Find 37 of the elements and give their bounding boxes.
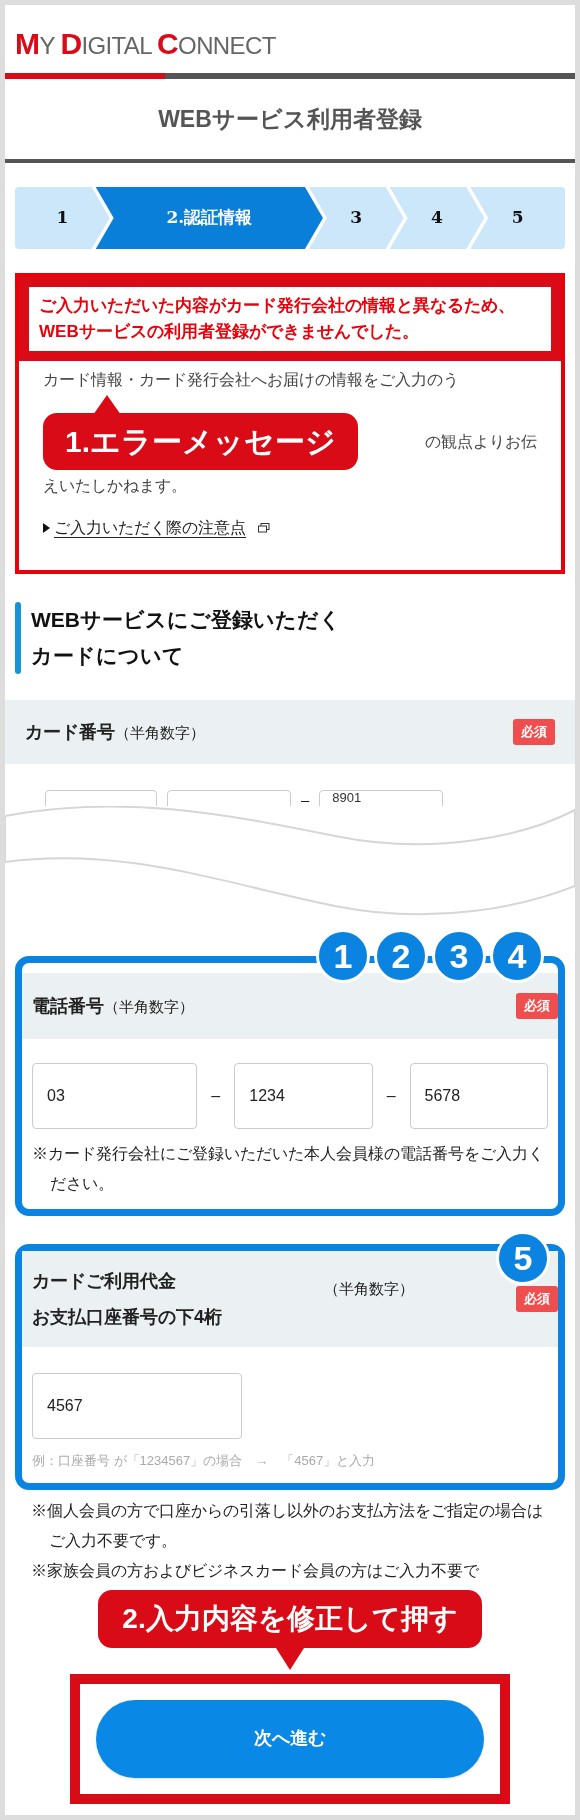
button-callout: 2.入力内容を修正して押す bbox=[98, 1589, 482, 1648]
notes-link[interactable]: ご入力いただく際の注意点 bbox=[54, 516, 246, 540]
input-field[interactable]: 1234 bbox=[234, 1063, 373, 1129]
number-marker: 2 bbox=[374, 929, 428, 983]
input-field[interactable]: 5678 bbox=[409, 1063, 548, 1129]
example-text: 例：口座番号 が「1234567」の場合 → 「4567」と入力 bbox=[31, 1452, 377, 1470]
field-note: ※カード発行会社にご登録いただいた本人会員様の電話番号をご入力ください。 bbox=[31, 1144, 545, 1194]
separator: – bbox=[301, 792, 310, 806]
callout-pointer bbox=[276, 1647, 304, 1670]
separator: – bbox=[211, 1086, 221, 1106]
field-label: カード番号（半角数字） bbox=[25, 720, 205, 744]
section-heading: WEBサービスにご登録いただく カードについて bbox=[31, 607, 341, 669]
body-text: の観点よりお伝 bbox=[425, 431, 537, 452]
number-marker: 5 bbox=[496, 1231, 550, 1285]
field-label: カードご利用代金 お支払口座番号の下4桁 bbox=[32, 1270, 222, 1329]
body-text: えいたしかねます。 bbox=[43, 476, 188, 496]
error-message: ご入力いただいた内容がカード発行会社の情報と異なるため、WEBサービスの利用者登録ができませんでした。 bbox=[19, 277, 561, 361]
external-window-icon bbox=[258, 523, 270, 533]
input-field[interactable]: 03 bbox=[32, 1063, 198, 1129]
field-label: 電話番号（半角数字） bbox=[32, 994, 194, 1018]
required-badge: 必須 bbox=[516, 1286, 558, 1312]
required-badge: 必須 bbox=[516, 993, 558, 1019]
separator: – bbox=[386, 1086, 396, 1106]
note-text: ※個人会員の方で口座からの引落し以外のお支払方法をご指定の場合はご入力不要です。 bbox=[31, 1500, 544, 1551]
number-marker: 4 bbox=[490, 929, 544, 983]
page-title: WEBサービス利用者登録 bbox=[158, 104, 422, 134]
number-marker: 1 bbox=[316, 929, 370, 983]
field-hint: （半角数字） bbox=[324, 1278, 414, 1299]
required-badge: 必須 bbox=[513, 719, 555, 745]
note-text: ※家族会員の方およびビジネスカード会員の方はご入力不要で bbox=[31, 1560, 480, 1581]
body-text: カード情報・カード発行会社へお届けの情報をご入力のう bbox=[43, 370, 459, 390]
triangle-icon bbox=[43, 523, 50, 533]
number-marker: 3 bbox=[432, 929, 486, 983]
logo: MY DIGITAL CONNECT bbox=[15, 29, 276, 59]
error-callout: 1.エラーメッセージ bbox=[43, 413, 359, 470]
input-field[interactable]: 4567 bbox=[32, 1373, 242, 1439]
next-button[interactable]: 次へ進む bbox=[96, 1699, 484, 1778]
